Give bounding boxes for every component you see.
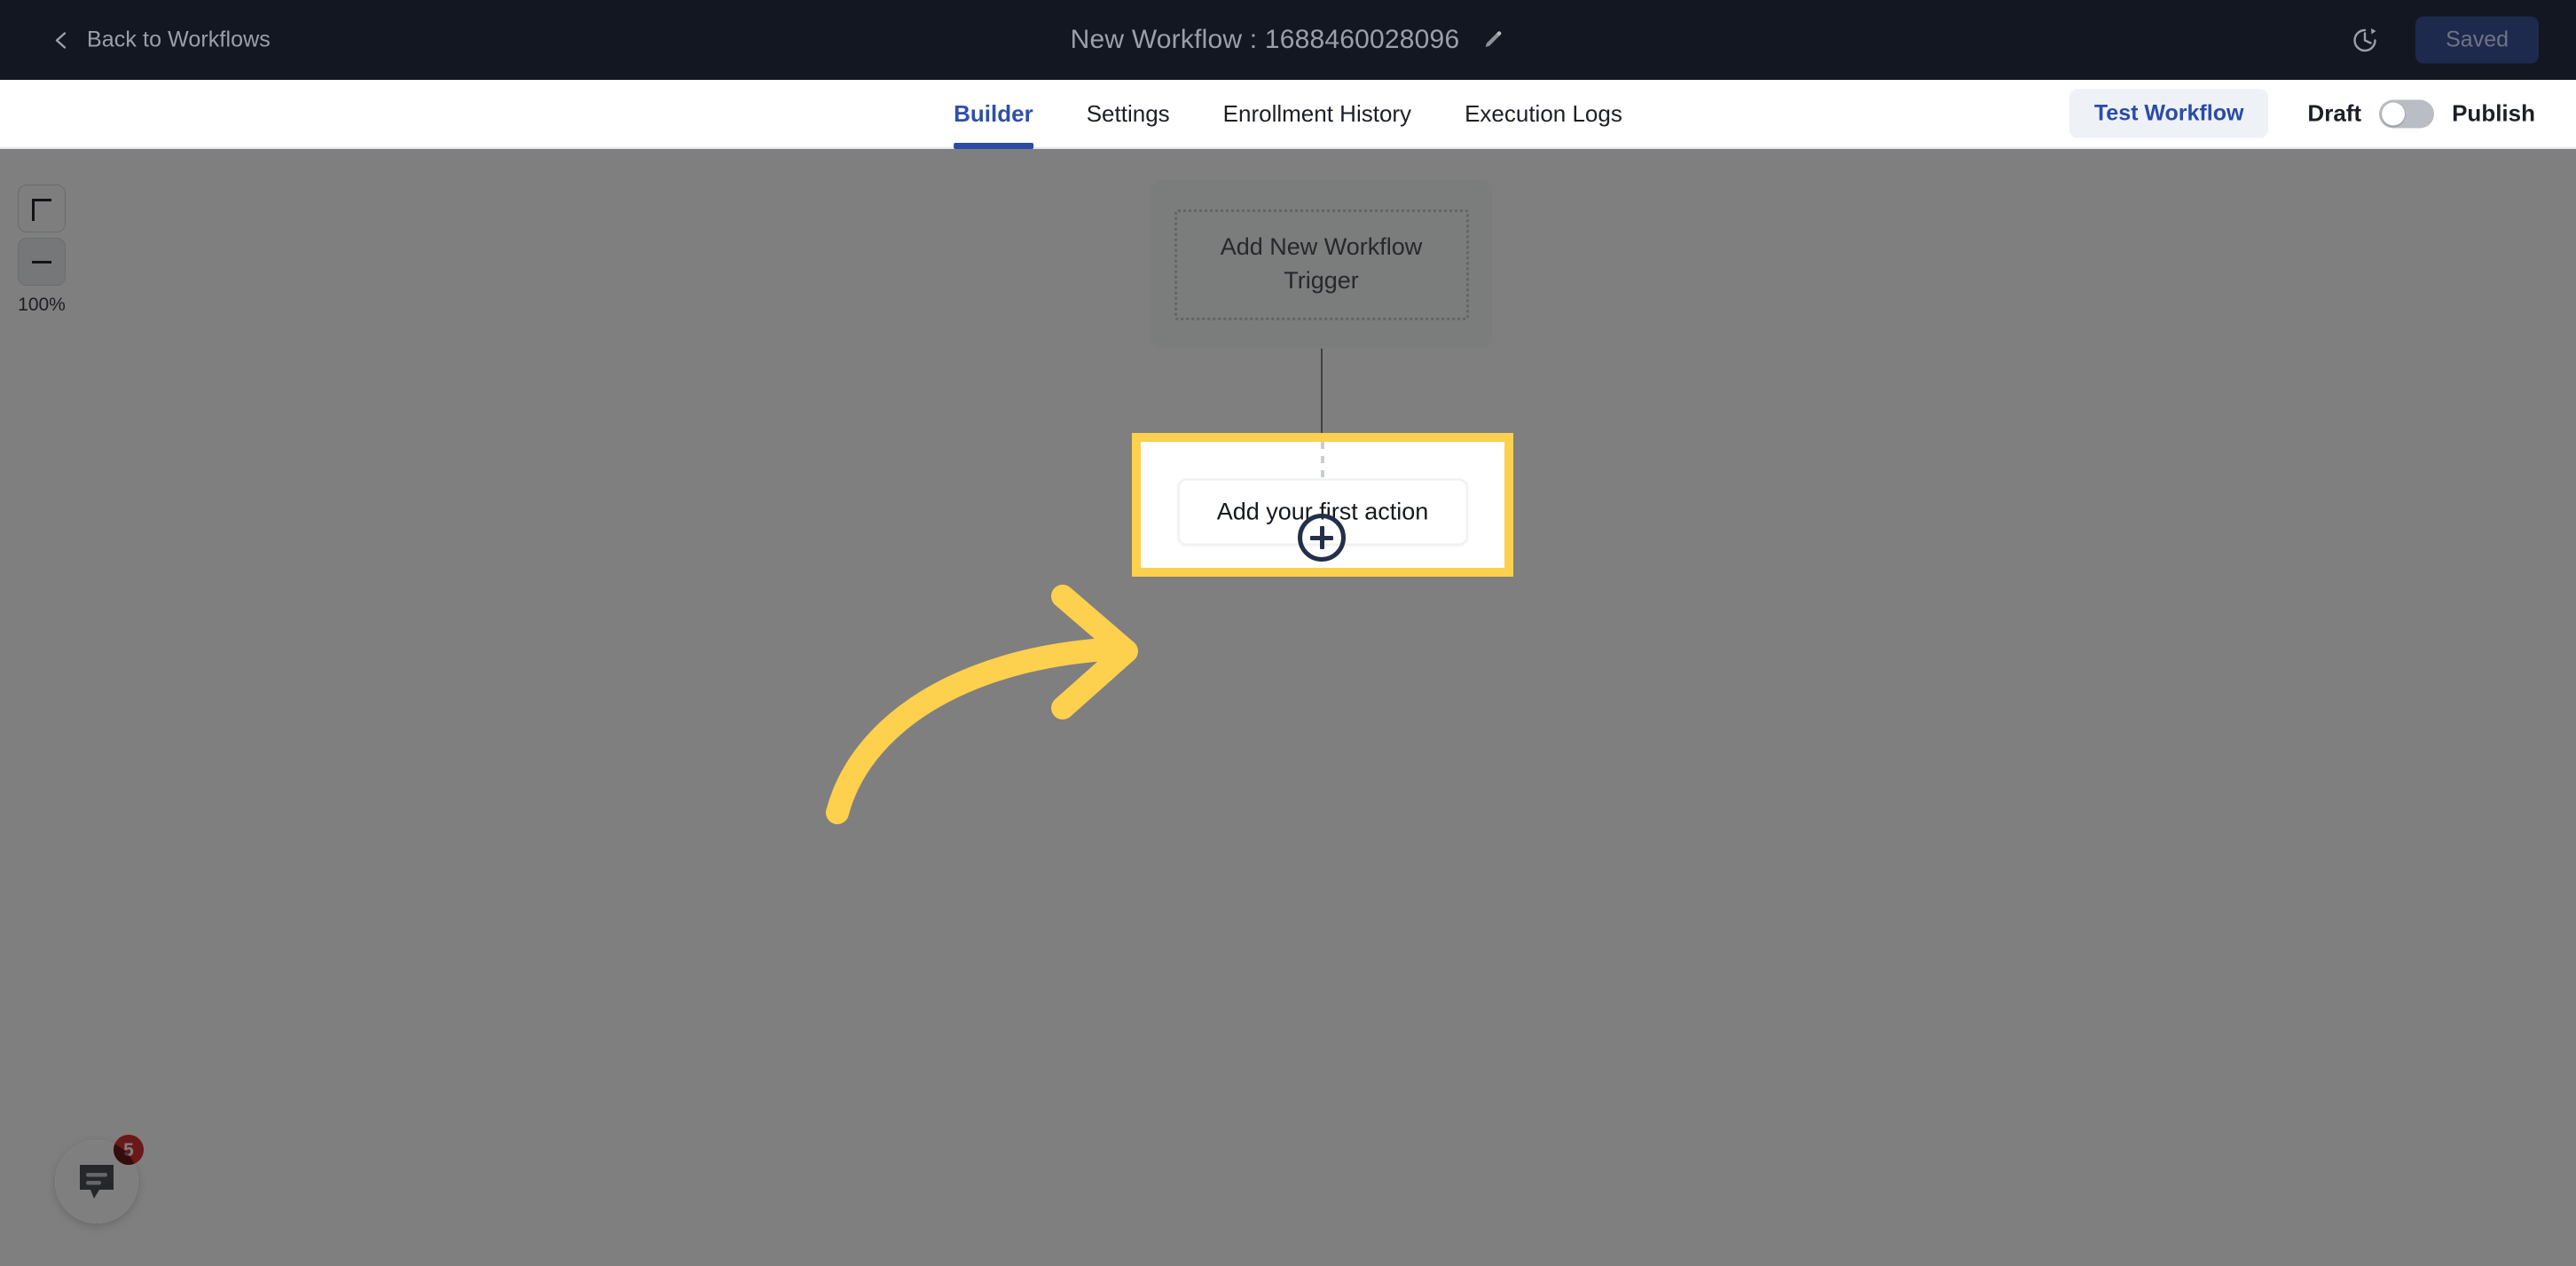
tab-enrollment-history[interactable]: Enrollment History bbox=[1197, 80, 1438, 147]
chat-unread-badge: 5 bbox=[114, 1135, 144, 1165]
tab-enrollment-history-label: Enrollment History bbox=[1222, 99, 1412, 127]
publish-label: Publish bbox=[2452, 99, 2535, 127]
back-to-workflows-button[interactable]: Back to Workflows bbox=[51, 28, 271, 53]
back-to-workflows-label: Back to Workflows bbox=[87, 27, 271, 52]
test-workflow-button[interactable]: Test Workflow bbox=[2069, 89, 2269, 138]
publish-toggle-group: Draft Publish bbox=[2307, 99, 2535, 128]
publish-toggle[interactable] bbox=[2379, 99, 2435, 128]
add-step-button[interactable] bbox=[1298, 514, 1346, 562]
pencil-icon[interactable] bbox=[1479, 27, 1505, 53]
dim-overlay-right bbox=[1513, 433, 2576, 577]
dim-overlay-left bbox=[0, 433, 1132, 577]
tab-list: Builder Settings Enrollment History Exec… bbox=[927, 80, 1649, 149]
tab-builder[interactable]: Builder bbox=[927, 80, 1060, 149]
app-header: Back to Workflows New Workflow : 1688460… bbox=[0, 0, 2576, 80]
tab-builder-label: Builder bbox=[954, 99, 1033, 127]
chat-widget[interactable]: 5 bbox=[55, 1135, 144, 1223]
dim-overlay-top bbox=[0, 149, 2576, 433]
draft-label: Draft bbox=[2307, 99, 2362, 127]
clock-history-icon[interactable] bbox=[2350, 25, 2380, 55]
publish-toggle-knob bbox=[2382, 102, 2406, 125]
workflow-builder-page: Back to Workflows New Workflow : 1688460… bbox=[0, 0, 2576, 1266]
chevron-left-icon bbox=[51, 30, 71, 50]
workflow-canvas[interactable]: 100% Add New Workflow Trigger bbox=[0, 149, 2576, 1266]
tab-bar: Builder Settings Enrollment History Exec… bbox=[0, 80, 2576, 149]
saved-button[interactable]: Saved bbox=[2415, 16, 2539, 64]
page-title: New Workflow : 1688460028096 bbox=[1070, 25, 1460, 54]
dim-overlay-bottom bbox=[0, 577, 2576, 1266]
tab-execution-logs[interactable]: Execution Logs bbox=[1438, 80, 1649, 147]
tab-execution-logs-label: Execution Logs bbox=[1465, 99, 1622, 127]
header-actions: Saved bbox=[2350, 16, 2539, 64]
tab-settings[interactable]: Settings bbox=[1060, 80, 1197, 147]
workflow-title-group: New Workflow : 1688460028096 bbox=[1071, 25, 1506, 55]
tab-bar-actions: Test Workflow Draft Publish bbox=[2069, 89, 2535, 138]
tab-settings-label: Settings bbox=[1086, 99, 1170, 127]
connector-dashed-line bbox=[1321, 442, 1324, 477]
